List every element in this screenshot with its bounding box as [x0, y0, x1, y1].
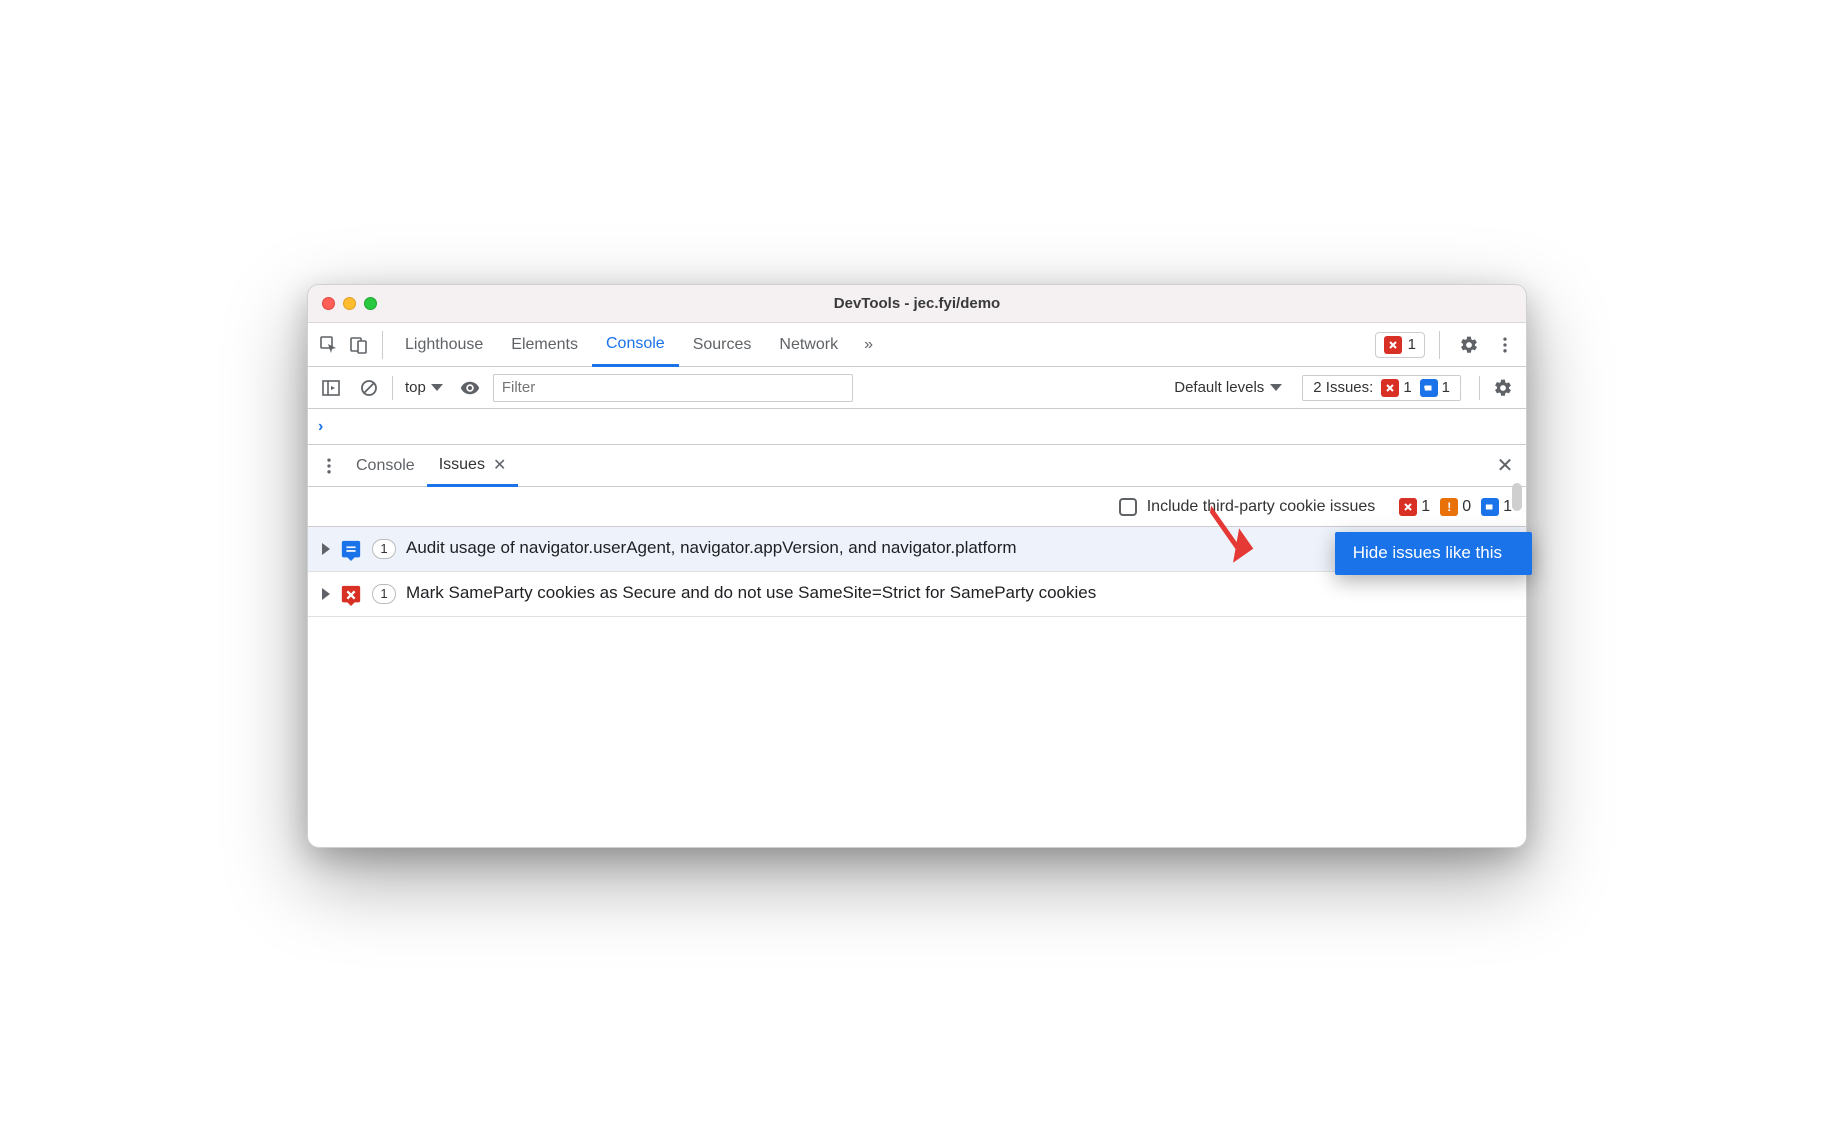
context-menu-item-hide[interactable]: Hide issues like this [1353, 542, 1502, 565]
main-tabbar: Lighthouse Elements Console Sources Netw… [308, 323, 1526, 367]
tab-sources[interactable]: Sources [679, 323, 766, 366]
clear-console-icon[interactable] [354, 373, 384, 403]
tab-label: Network [779, 336, 838, 354]
toggle-sidebar-icon[interactable] [316, 373, 346, 403]
issue-count-pill: 1 [372, 539, 396, 559]
more-tabs-button[interactable]: » [852, 330, 882, 360]
issues-toolbar: Include third-party cookie issues 1 !0 1 [308, 487, 1526, 527]
error-icon [1399, 498, 1417, 516]
chevron-down-icon [431, 384, 443, 391]
console-settings-icon[interactable] [1488, 373, 1518, 403]
close-drawer-icon[interactable]: ✕ [1490, 451, 1520, 481]
tab-label: Elements [511, 336, 578, 354]
issue-row[interactable]: 1 Mark SameParty cookies as Secure and d… [308, 572, 1526, 617]
error-icon [1381, 379, 1399, 397]
issues-blue-count: 1 [1442, 379, 1450, 396]
tab-elements[interactable]: Elements [497, 323, 592, 366]
devtools-window: DevTools - jec.fyi/demo Lighthouse Eleme… [307, 284, 1527, 848]
kebab-menu-icon[interactable] [1490, 330, 1520, 360]
close-tab-icon[interactable]: ✕ [493, 455, 506, 475]
console-prompt[interactable]: › [308, 409, 1526, 445]
context-value: top [405, 379, 426, 396]
inspect-element-icon[interactable] [314, 330, 344, 360]
issues-red-count: 1 [1403, 379, 1411, 396]
drawer-tab-label: Issues [439, 456, 485, 474]
error-count: 1 [1421, 498, 1430, 516]
issue-row[interactable]: 1 Audit usage of navigator.userAgent, na… [308, 527, 1526, 572]
error-issue-icon [340, 584, 362, 606]
issue-text: Mark SameParty cookies as Secure and do … [406, 582, 1512, 605]
info-issue-icon [340, 539, 362, 561]
tab-lighthouse[interactable]: Lighthouse [391, 323, 497, 366]
tab-console[interactable]: Console [592, 324, 679, 367]
third-party-label: Include third-party cookie issues [1147, 498, 1376, 516]
context-menu: Hide issues like this [1335, 532, 1532, 575]
disclosure-icon[interactable] [322, 543, 330, 555]
info-icon [1420, 379, 1438, 397]
drawer-kebab-icon[interactable] [314, 451, 344, 481]
settings-icon[interactable] [1454, 330, 1484, 360]
tab-label: Console [606, 335, 665, 353]
window-titlebar: DevTools - jec.fyi/demo [308, 285, 1526, 323]
console-toolbar: top Default levels 2 Issues: 1 1 [308, 367, 1526, 409]
drawer-tab-label: Console [356, 457, 415, 475]
tab-label: Lighthouse [405, 336, 483, 354]
issue-counters: 1 !0 1 [1399, 498, 1512, 516]
drawer-tab-issues[interactable]: Issues ✕ [427, 446, 519, 487]
context-selector[interactable]: top [401, 379, 447, 396]
disclosure-icon[interactable] [322, 588, 330, 600]
chevron-down-icon [1270, 384, 1282, 391]
drawer-tab-console[interactable]: Console [344, 445, 427, 486]
tab-label: Sources [693, 336, 752, 354]
window-title: DevTools - jec.fyi/demo [308, 295, 1526, 312]
warning-icon: ! [1440, 498, 1458, 516]
live-expression-icon[interactable] [455, 373, 485, 403]
filter-input[interactable] [493, 374, 853, 402]
info-icon [1481, 498, 1499, 516]
info-count: 1 [1503, 498, 1512, 516]
empty-area [308, 617, 1526, 847]
error-icon [1384, 336, 1402, 354]
error-count-pill[interactable]: 1 [1375, 332, 1425, 358]
warning-count: 0 [1462, 498, 1471, 516]
drawer-tabbar: Console Issues ✕ ✕ [308, 445, 1526, 487]
issue-count-pill: 1 [372, 584, 396, 604]
prompt-chevron-icon: › [318, 418, 323, 436]
log-levels-selector[interactable]: Default levels [1174, 379, 1282, 396]
issues-summary-pill[interactable]: 2 Issues: 1 1 [1302, 375, 1461, 401]
third-party-checkbox[interactable] [1119, 498, 1137, 516]
device-toolbar-icon[interactable] [344, 330, 374, 360]
levels-label: Default levels [1174, 379, 1264, 396]
tab-network[interactable]: Network [765, 323, 852, 366]
scrollbar-thumb[interactable] [1512, 483, 1522, 511]
error-count-value: 1 [1408, 336, 1416, 353]
issues-label: 2 Issues: [1313, 379, 1373, 396]
